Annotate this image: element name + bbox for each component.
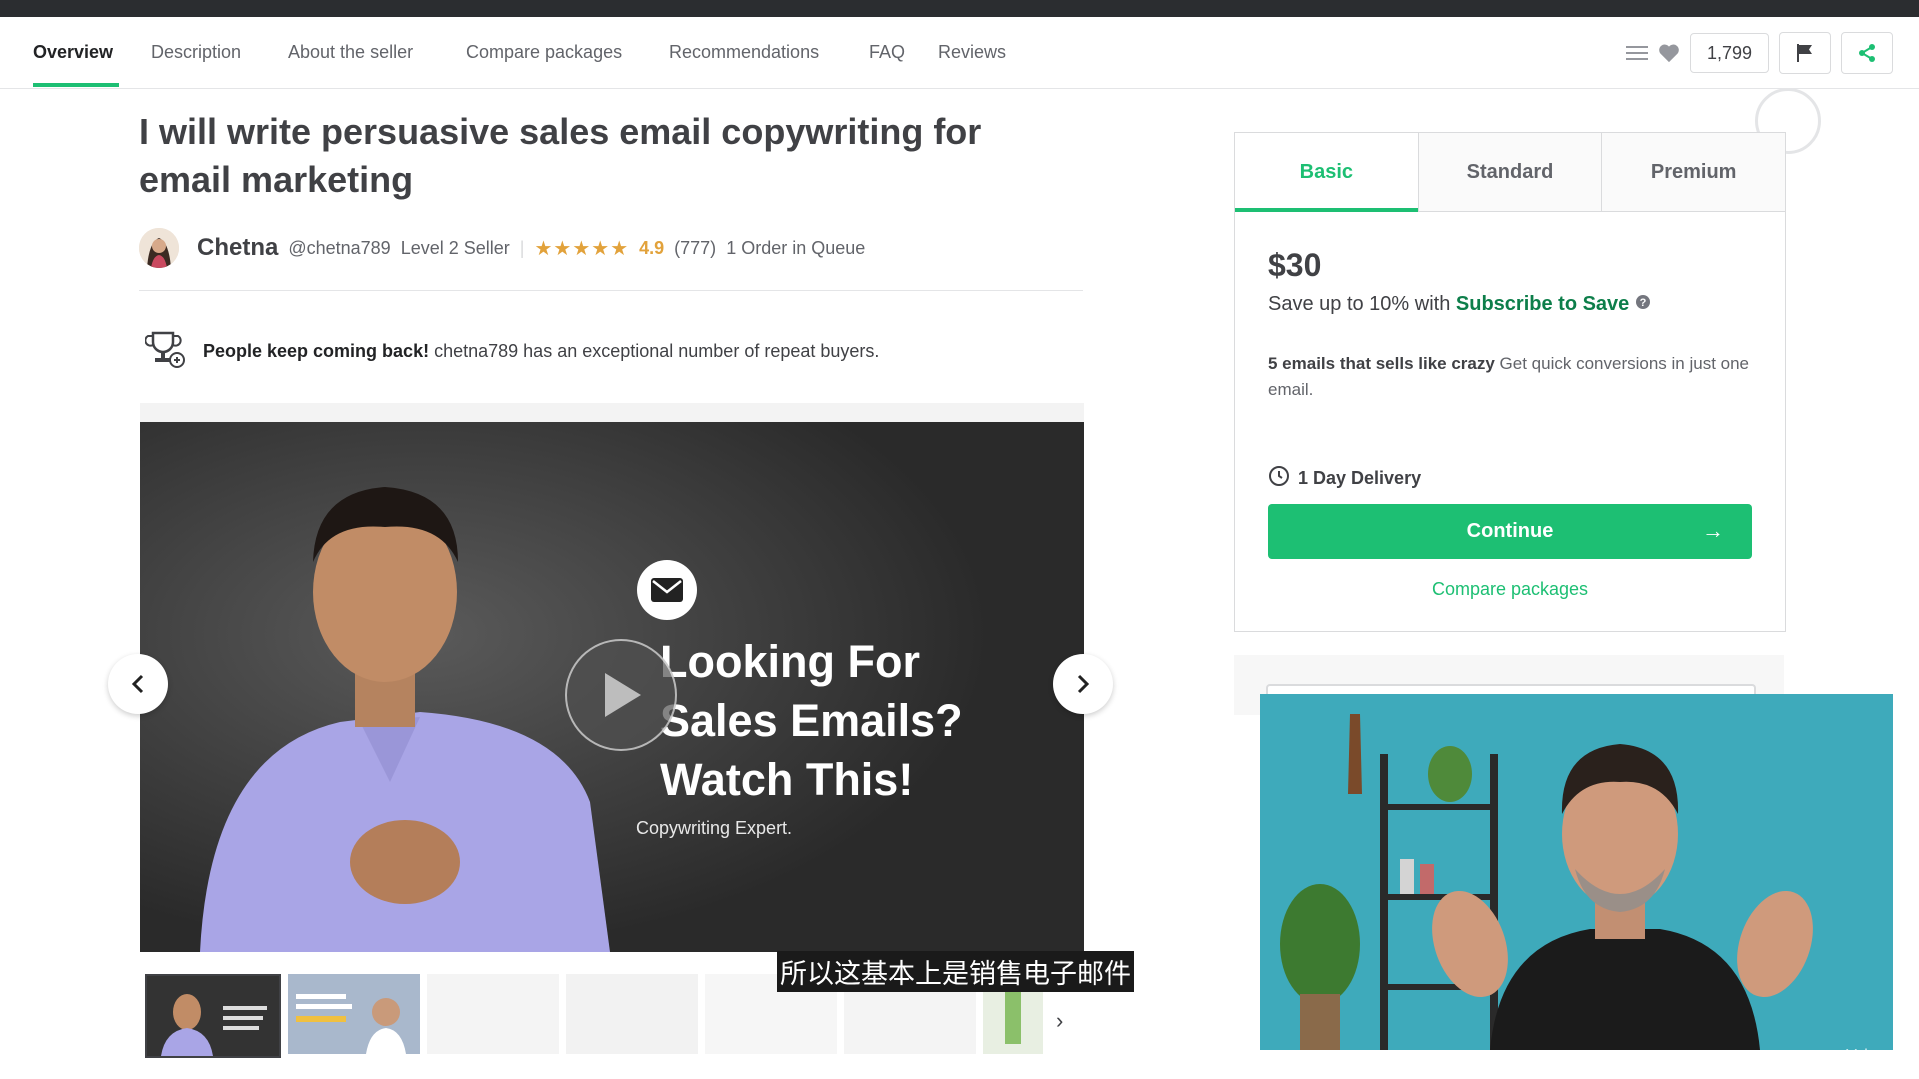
gig-video-player[interactable]: Looking For Sales Emails? Watch This! Co… — [140, 422, 1084, 952]
package-price: $30 — [1268, 247, 1322, 283]
video-caption: 所以这基本上是销售电子邮件 — [777, 951, 1134, 992]
subscribe-save-line: Save up to 10% with Subscribe to Save ? — [1268, 293, 1651, 316]
flag-icon — [1797, 44, 1812, 62]
gig-title: I will write persuasive sales email copy… — [139, 111, 982, 200]
seller-avatar[interactable] — [139, 228, 179, 268]
trophy-icon — [144, 330, 185, 373]
instructor-webcam-overlay — [1260, 694, 1893, 1050]
subscribe-to-save-link[interactable]: Subscribe to Save — [1456, 293, 1629, 315]
play-button[interactable] — [565, 639, 677, 751]
udemy-watermark: Udemy — [1845, 1046, 1903, 1066]
tab-compare-packages[interactable]: Compare packages — [466, 17, 622, 88]
review-count[interactable]: (777) — [674, 238, 716, 259]
chevron-left-icon — [131, 674, 144, 694]
seller-overview: Chetna @chetna789 Level 2 Seller | ★★★★★… — [139, 228, 865, 268]
tab-description[interactable]: Description — [151, 17, 241, 88]
arrow-right-icon: → — [1702, 518, 1724, 543]
tab-recommendations[interactable]: Recommendations — [669, 17, 819, 88]
gig-nav-bar: Overview Description About the seller Co… — [0, 17, 1919, 89]
menu-icon[interactable] — [1625, 44, 1648, 62]
repeat-buyers-notice: People keep coming back! chetna789 has a… — [144, 330, 880, 373]
separator: | — [519, 237, 525, 258]
heart-icon[interactable] — [1658, 43, 1680, 63]
browser-top-bar — [0, 0, 1919, 17]
seller-level: Level 2 Seller — [400, 237, 510, 258]
seller-name[interactable]: Chetna — [197, 234, 278, 262]
report-button[interactable] — [1779, 32, 1831, 74]
video-headline: Looking For Sales Emails? Watch This! — [660, 636, 963, 805]
orders-in-queue: 1 Order in Queue — [726, 237, 866, 258]
play-icon — [605, 673, 641, 717]
repeat-description: chetna789 has an exceptional number of r… — [434, 341, 880, 361]
help-icon[interactable]: ? — [1635, 293, 1651, 315]
instructor-video — [1260, 694, 1893, 1050]
save-text: Save up to 10% with — [1268, 293, 1451, 315]
tab-faq[interactable]: FAQ — [869, 17, 905, 88]
thumbnail-image[interactable] — [427, 974, 559, 1054]
tab-basic[interactable]: Basic — [1235, 133, 1419, 212]
tab-overview[interactable]: Overview — [33, 17, 113, 88]
gallery-prev-button[interactable] — [108, 654, 168, 714]
thumbnails-next-chevron-icon[interactable]: › — [1056, 1008, 1063, 1034]
compare-packages-link[interactable]: Compare packages — [1235, 579, 1785, 600]
gallery-top-strip — [140, 403, 1084, 423]
share-button[interactable] — [1841, 32, 1893, 74]
clock-icon — [1268, 465, 1290, 492]
gallery-next-button[interactable] — [1053, 654, 1113, 714]
divider — [139, 290, 1083, 291]
package-card: Basic Standard Premium $30 Save up to 10… — [1234, 132, 1786, 632]
continue-label: Continue — [1466, 520, 1554, 542]
delivery-time: 1 Day Delivery — [1268, 465, 1421, 492]
mail-icon — [637, 560, 697, 620]
svg-text:?: ? — [1640, 297, 1647, 309]
thumbnail-video[interactable] — [145, 974, 281, 1058]
chevron-right-icon — [1077, 674, 1090, 694]
tab-reviews[interactable]: Reviews — [938, 17, 1006, 88]
nav-actions: 1,799 — [1625, 32, 1893, 74]
star-rating-icon: ★★★★★ — [534, 237, 630, 260]
like-count: 1,799 — [1689, 33, 1769, 73]
active-tab-indicator — [33, 83, 119, 87]
share-icon — [1859, 44, 1875, 62]
tab-about-the-seller[interactable]: About the seller — [288, 17, 413, 88]
video-subheading: Copywriting Expert. — [636, 818, 793, 838]
thumbnail-image[interactable] — [566, 974, 698, 1054]
seller-handle: @chetna789 — [288, 237, 391, 258]
tab-premium[interactable]: Premium — [1602, 133, 1786, 211]
package-description: 5 emails that sells like crazy Get quick… — [1268, 351, 1758, 403]
package-tabs: Basic Standard Premium — [1235, 133, 1786, 212]
package-title: 5 emails that sells like crazy — [1268, 354, 1495, 373]
continue-button[interactable]: Continue → — [1268, 504, 1752, 559]
thumbnail-image[interactable] — [288, 974, 420, 1054]
delivery-label: 1 Day Delivery — [1298, 468, 1422, 488]
rating-value: 4.9 — [639, 237, 665, 258]
repeat-headline: People keep coming back! — [203, 341, 430, 361]
tab-standard[interactable]: Standard — [1418, 133, 1603, 211]
